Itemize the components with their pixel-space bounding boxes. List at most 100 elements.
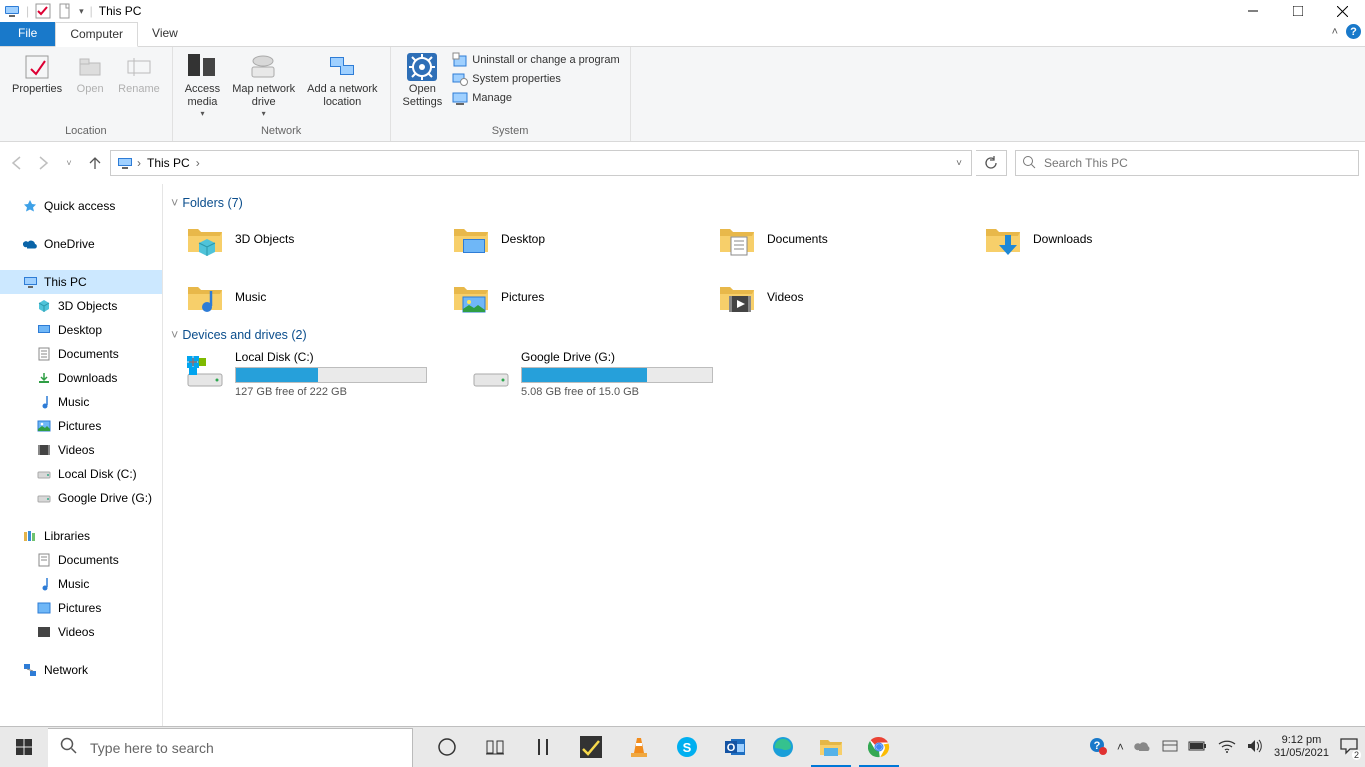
tray-onedrive-icon[interactable] [1134, 739, 1152, 756]
navpane-downloads[interactable]: Downloads [0, 366, 162, 390]
drives-section-header[interactable]: ˅ Devices and drives (2) [171, 328, 1357, 342]
document-icon[interactable] [57, 3, 73, 19]
folder-music[interactable]: Music [185, 276, 445, 318]
start-button[interactable] [0, 727, 48, 767]
taskbar-app[interactable] [567, 727, 615, 767]
recent-locations-button[interactable]: ˅ [58, 152, 80, 174]
navpane-local-disk[interactable]: Local Disk (C:) [0, 462, 162, 486]
tab-computer[interactable]: Computer [55, 22, 138, 47]
svg-text:S: S [683, 740, 692, 755]
drive-name: Local Disk (C:) [235, 350, 445, 364]
taskbar-app[interactable] [519, 727, 567, 767]
open-button[interactable]: Open [68, 49, 112, 98]
map-drive-button[interactable]: Map network drive ▾ [226, 49, 301, 121]
navpane-pictures[interactable]: Pictures [0, 414, 162, 438]
search-input[interactable]: Search This PC [1015, 150, 1359, 176]
drive-icon [185, 350, 225, 390]
drive-local-disk-c[interactable]: Local Disk (C:) 127 GB free of 222 GB [185, 350, 445, 398]
navpane-videos[interactable]: Videos [0, 438, 162, 462]
tab-file[interactable]: File [0, 22, 55, 46]
up-button[interactable] [84, 152, 106, 174]
pc-icon [22, 274, 38, 290]
chevron-down-icon: ˅ [171, 328, 178, 342]
taskbar-skype[interactable]: S [663, 727, 711, 767]
tab-view[interactable]: View [138, 22, 192, 46]
navpane-google-drive[interactable]: Google Drive (G:) [0, 486, 162, 510]
add-network-location-button[interactable]: Add a network location [301, 49, 383, 111]
navpane-quick-access[interactable]: Quick access [0, 194, 162, 218]
navpane-3d-objects[interactable]: 3D Objects [0, 294, 162, 318]
tray-volume-icon[interactable] [1246, 738, 1264, 757]
taskbar-app[interactable] [471, 727, 519, 767]
folder-pictures[interactable]: Pictures [451, 276, 711, 318]
close-button[interactable] [1320, 0, 1365, 22]
address-bar[interactable]: › This PC › ˅ [110, 150, 972, 176]
rename-button[interactable]: Rename [112, 49, 166, 98]
folder-videos[interactable]: Videos [717, 276, 977, 318]
video-icon [36, 442, 52, 458]
navpane-lib-documents[interactable]: Documents [0, 548, 162, 572]
taskbar-search[interactable]: Type here to search [48, 728, 413, 767]
open-settings-button[interactable]: Open Settings [397, 49, 449, 111]
uninstall-program-button[interactable]: Uninstall or change a program [452, 52, 619, 68]
collapse-ribbon-icon[interactable]: ˄ [1332, 26, 1338, 38]
taskbar-chrome[interactable] [855, 727, 903, 767]
navpane-desktop[interactable]: Desktop [0, 318, 162, 342]
cloud-icon [22, 236, 38, 252]
system-properties-button[interactable]: System properties [452, 71, 619, 87]
picture-icon [36, 418, 52, 434]
forward-button[interactable] [32, 152, 54, 174]
navpane-network[interactable]: Network [0, 658, 162, 682]
navpane-lib-music[interactable]: Music [0, 572, 162, 596]
drive-google-drive-g[interactable]: Google Drive (G:) 5.08 GB free of 15.0 G… [471, 350, 731, 398]
tray-overflow-icon[interactable]: ˄ [1117, 740, 1124, 754]
navpane-onedrive[interactable]: OneDrive [0, 232, 162, 256]
minimize-button[interactable] [1230, 0, 1275, 22]
content-pane: ˅ Folders (7) 3D Objects Desktop Documen… [163, 184, 1365, 737]
tray-battery-icon[interactable] [1188, 740, 1208, 755]
chevron-down-icon[interactable]: ▾ [79, 6, 84, 17]
taskbar-file-explorer[interactable] [807, 727, 855, 767]
refresh-button[interactable] [976, 150, 1007, 176]
search-icon [1022, 155, 1036, 172]
navpane-music[interactable]: Music [0, 390, 162, 414]
navpane-lib-pictures[interactable]: Pictures [0, 596, 162, 620]
document-icon [36, 346, 52, 362]
manage-button[interactable]: Manage [452, 90, 619, 106]
ribbon-group-location: Properties Open Rename Location [0, 47, 173, 141]
breadcrumb[interactable]: This PC [141, 151, 196, 175]
folder-documents[interactable]: Documents [717, 218, 977, 260]
navpane-this-pc[interactable]: This PC [0, 270, 162, 294]
tray-icon[interactable] [1162, 739, 1178, 756]
window-title: This PC [97, 0, 142, 22]
checkbox-icon[interactable] [35, 3, 51, 19]
tray-help-icon[interactable]: ? [1089, 737, 1107, 758]
help-icon[interactable]: ? [1346, 24, 1361, 39]
navpane-libraries[interactable]: Libraries [0, 524, 162, 548]
navpane-documents[interactable]: Documents [0, 342, 162, 366]
folder-3d-objects[interactable]: 3D Objects [185, 218, 445, 260]
taskbar-edge[interactable] [759, 727, 807, 767]
capacity-bar [521, 367, 713, 383]
clock[interactable]: 9:12 pm 31/05/2021 [1274, 734, 1329, 759]
folders-section-header[interactable]: ˅ Folders (7) [171, 196, 1357, 210]
properties-button[interactable]: Properties [6, 49, 68, 98]
picture-icon [36, 600, 52, 616]
folder-icon [983, 219, 1023, 259]
maximize-button[interactable] [1275, 0, 1320, 22]
taskbar-vlc[interactable] [615, 727, 663, 767]
star-icon [22, 198, 38, 214]
drive-free-text: 127 GB free of 222 GB [235, 386, 445, 398]
folder-downloads[interactable]: Downloads [983, 218, 1243, 260]
chevron-right-icon[interactable]: › [196, 156, 200, 170]
back-button[interactable] [6, 152, 28, 174]
access-media-button[interactable]: Access media ▾ [179, 49, 226, 121]
folder-desktop[interactable]: Desktop [451, 218, 711, 260]
chevron-down-icon: ▾ [262, 109, 266, 119]
taskbar-outlook[interactable]: O [711, 727, 759, 767]
action-center-icon[interactable]: 2 [1339, 737, 1359, 758]
task-view-button[interactable] [423, 727, 471, 767]
address-dropdown[interactable]: ˅ [948, 151, 969, 175]
tray-wifi-icon[interactable] [1218, 739, 1236, 756]
navpane-lib-videos[interactable]: Videos [0, 620, 162, 644]
